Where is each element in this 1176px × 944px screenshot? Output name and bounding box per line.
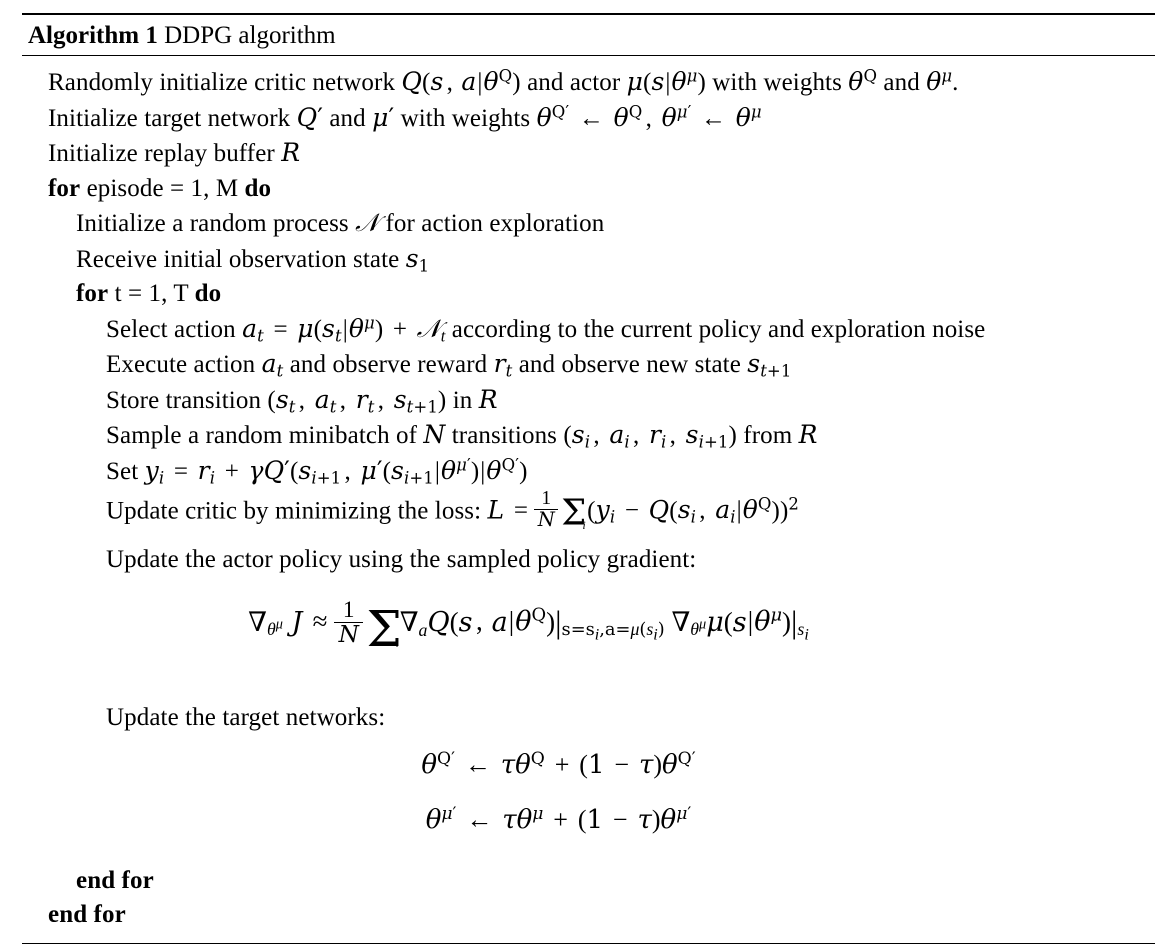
algorithm-line-sample-minibatch: Sample a random minibatch of N transitio… [106, 420, 818, 452]
algorithm-line-initialize-networks: Randomly initialize critic network Q(s, … [48, 66, 959, 96]
algorithm-line-store-transition: Store transition (st, at, rt, st+1) in R [106, 384, 498, 417]
algorithm-line-end-for-outer: end for [48, 901, 126, 929]
equation-spacer [22, 663, 1155, 701]
algorithm-title: Algorithm 1 DDPG algorithm [22, 15, 1155, 55]
algorithm-block: Algorithm 1 DDPG algorithm Randomly init… [22, 13, 1155, 944]
algorithm-line-update-target-networks: Update the target networks: [106, 704, 386, 732]
equation-policy-gradient: ∇θμ J ≈1 N Σi∇aQ(s, a|θQ)|s=si,a=μ(si) ∇θμ… [248, 596, 809, 658]
algorithm-line-end-for-inner: end for [76, 866, 154, 894]
algorithm-line-update-actor: Update the actor policy using the sample… [106, 546, 697, 574]
algorithm-line-update-critic: Update critic by minimizing the loss: L … [106, 488, 800, 534]
algorithm-line-execute-action: Execute action at and observe reward rt … [106, 349, 792, 381]
algorithm-line-receive-observation: Receive initial observation state s1 [76, 243, 430, 276]
algorithm-line-for-episode: for episode = 1, M do [48, 174, 272, 202]
equation-target-actor: θμ′ ← τθμ + (1 − τ)θμ′ [425, 803, 692, 835]
algorithm-line-initialize-target-network: Initialize target network Q′ and μ′ with… [48, 101, 762, 132]
algorithm-line-initialize-replay-buffer: Initialize replay buffer R [48, 138, 301, 167]
algorithm-body: Randomly initialize critic network Q(s, … [22, 56, 1155, 943]
algorithm-line-set-y: Set yi = ri + γQ′(si+1, μ′(si+1|θμ′)|θQ′… [106, 454, 528, 488]
algorithm-title-text: DDPG algorithm [164, 22, 336, 49]
algorithm-label: Algorithm 1 [28, 22, 158, 49]
algorithm-line-select-action: Select action at = μ(st|θμ) + 𝒩t accordi… [106, 312, 986, 346]
algorithm-line-for-t: for t = 1, T do [76, 280, 222, 307]
algorithm-line-random-process: Initialize a random process 𝒩 for action… [76, 208, 605, 237]
equation-target-critic: θQ′ ← τθQ + (1 − τ)θQ′ [421, 748, 696, 780]
